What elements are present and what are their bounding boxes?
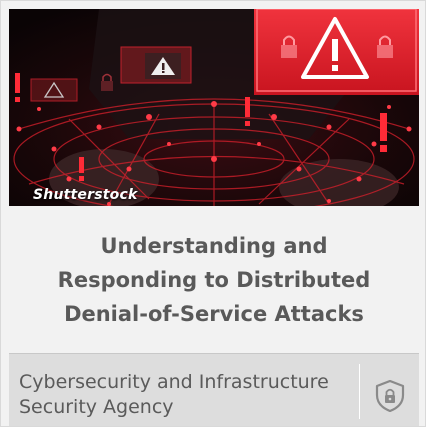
article-title[interactable]: Understanding and Responding to Distribu… bbox=[9, 229, 419, 331]
card-footer: Cybersecurity and Infrastructure Securit… bbox=[9, 353, 419, 426]
agency-name: Cybersecurity and Infrastructure Securit… bbox=[19, 371, 329, 418]
footer-divider bbox=[359, 364, 360, 419]
resource-card[interactable]: Shutterstock Understanding and Respondin… bbox=[0, 0, 426, 427]
shield-lock-icon bbox=[375, 379, 405, 413]
title-area[interactable]: Understanding and Responding to Distribu… bbox=[9, 206, 419, 353]
cyber-attack-illustration bbox=[9, 9, 419, 206]
warning-triangle-icon bbox=[120, 46, 192, 84]
image-credit: Shutterstock bbox=[33, 187, 138, 203]
alert-panel bbox=[254, 9, 419, 95]
hero-image: Shutterstock bbox=[9, 9, 419, 206]
